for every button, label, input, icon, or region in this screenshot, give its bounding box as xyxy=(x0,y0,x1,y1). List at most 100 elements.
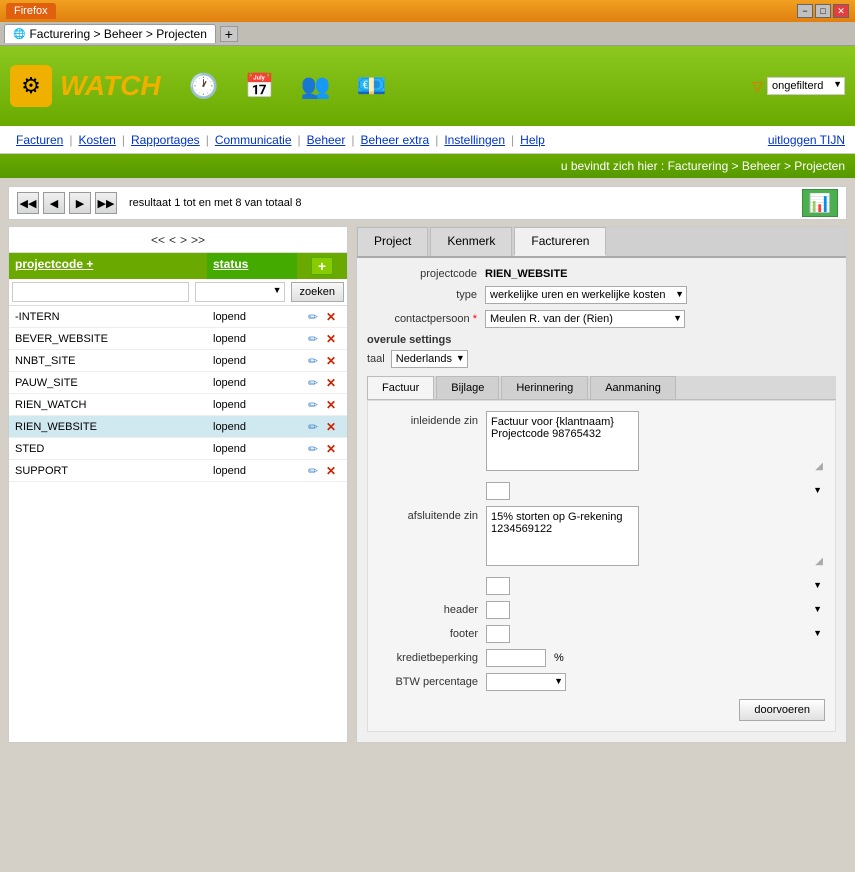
cell-status: lopend xyxy=(207,441,297,457)
tab-kenmerk[interactable]: Kenmerk xyxy=(430,227,512,256)
cell-projectcode[interactable]: PAUW_SITE xyxy=(9,375,207,391)
nav-beheer-extra[interactable]: Beheer extra xyxy=(354,133,435,147)
cell-projectcode[interactable]: -INTERN xyxy=(9,309,207,325)
krediet-input[interactable] xyxy=(486,649,546,667)
edit-button[interactable]: ✏ xyxy=(305,419,321,435)
cell-projectcode[interactable]: RIEN_WEBSITE xyxy=(9,419,207,435)
panel-next-button[interactable]: > xyxy=(180,233,187,247)
edit-button[interactable]: ✏ xyxy=(305,463,321,479)
edit-button[interactable]: ✏ xyxy=(305,353,321,369)
edit-button[interactable]: ✏ xyxy=(305,397,321,413)
delete-button[interactable]: ✕ xyxy=(323,375,339,391)
edit-button[interactable]: ✏ xyxy=(305,375,321,391)
table-row: PAUW_SITE lopend ✏ ✕ xyxy=(9,372,347,394)
close-button[interactable]: ✕ xyxy=(833,4,849,18)
tab-factureren[interactable]: Factureren xyxy=(514,227,606,256)
pagination-bar: ◀◀ ◀ ▶ ▶▶ resultaat 1 tot en met 8 van t… xyxy=(8,186,847,220)
cell-projectcode[interactable]: NNBT_SITE xyxy=(9,353,207,369)
afsluitende-template-select[interactable] xyxy=(486,577,510,595)
cell-projectcode[interactable]: SUPPORT xyxy=(9,463,207,479)
taal-select[interactable]: Nederlands xyxy=(391,350,468,368)
contactpersoon-label: contactpersoon xyxy=(367,313,477,325)
clock-icon[interactable]: 🕐 xyxy=(181,63,227,109)
nav-menu: Facturen | Kosten | Rapportages | Commun… xyxy=(0,126,855,154)
status-filter-wrapper xyxy=(195,282,285,302)
delete-button[interactable]: ✕ xyxy=(323,331,339,347)
inleidende-textarea[interactable]: Factuur voor {klantnaam} Projectcode 987… xyxy=(486,411,639,471)
edit-button[interactable]: ✏ xyxy=(305,331,321,347)
cell-projectcode[interactable]: RIEN_WATCH xyxy=(9,397,207,413)
nav-kosten[interactable]: Kosten xyxy=(72,133,121,147)
search-button[interactable]: zoeken xyxy=(291,282,344,302)
browser-tab[interactable]: 🌐 Facturering > Beheer > Projecten xyxy=(4,24,216,43)
delete-button[interactable]: ✕ xyxy=(323,309,339,325)
col-projectcode-header[interactable]: projectcode + xyxy=(9,253,207,279)
table-row: RIEN_WATCH lopend ✏ ✕ xyxy=(9,394,347,416)
nav-help[interactable]: Help xyxy=(514,133,551,147)
tab-project[interactable]: Project xyxy=(357,227,428,256)
maximize-button[interactable]: □ xyxy=(815,4,831,18)
delete-button[interactable]: ✕ xyxy=(323,353,339,369)
last-page-button[interactable]: ▶▶ xyxy=(95,192,117,214)
sub-tab-factuur[interactable]: Factuur xyxy=(367,376,434,399)
add-project-button[interactable]: + xyxy=(311,257,333,275)
cell-status: lopend xyxy=(207,309,297,325)
delete-button[interactable]: ✕ xyxy=(323,419,339,435)
contactpersoon-select[interactable]: Meulen R. van der (Rien) xyxy=(485,310,685,328)
taal-label: taal xyxy=(367,353,385,365)
type-select[interactable]: werkelijke uren en werkelijke kosten xyxy=(485,286,687,304)
inleidende-select-wrapper xyxy=(486,482,825,500)
header-icons: 🕐 📅 👥 💶 xyxy=(181,63,395,109)
sub-tab-herinnering[interactable]: Herinnering xyxy=(501,376,588,399)
header-select[interactable] xyxy=(486,601,510,619)
inleidende-template-select[interactable] xyxy=(486,482,510,500)
search-input[interactable] xyxy=(12,282,189,302)
cell-projectcode[interactable]: BEVER_WEBSITE xyxy=(9,331,207,347)
logout-button[interactable]: uitloggen TIJN xyxy=(768,133,845,147)
panel-first-button[interactable]: << xyxy=(151,233,165,247)
delete-button[interactable]: ✕ xyxy=(323,397,339,413)
prev-page-button[interactable]: ◀ xyxy=(43,192,65,214)
euro-icon[interactable]: 💶 xyxy=(349,63,395,109)
doorvoeren-button[interactable]: doorvoeren xyxy=(739,699,825,721)
delete-button[interactable]: ✕ xyxy=(323,463,339,479)
excel-export-button[interactable]: 📊 xyxy=(802,189,838,217)
breadcrumb-text: u bevindt zich hier : Facturering > Behe… xyxy=(561,159,845,173)
cell-projectcode[interactable]: STED xyxy=(9,441,207,457)
table-row: STED lopend ✏ ✕ xyxy=(9,438,347,460)
nav-beheer[interactable]: Beheer xyxy=(301,133,352,147)
col-add-header: + xyxy=(297,253,347,279)
status-filter-select[interactable] xyxy=(195,282,285,302)
sub-tab-bijlage[interactable]: Bijlage xyxy=(436,376,499,399)
nav-facturen[interactable]: Facturen xyxy=(10,133,69,147)
minimize-button[interactable]: − xyxy=(797,4,813,18)
cell-actions: ✏ ✕ xyxy=(297,419,347,435)
doorvoeren-row: doorvoeren xyxy=(378,699,825,721)
project-table: -INTERN lopend ✏ ✕ BEVER_WEBSITE lopend … xyxy=(9,306,347,482)
people-icon[interactable]: 👥 xyxy=(293,63,339,109)
edit-button[interactable]: ✏ xyxy=(305,441,321,457)
first-page-button[interactable]: ◀◀ xyxy=(17,192,39,214)
sub-tab-aanmaning[interactable]: Aanmaning xyxy=(590,376,676,399)
footer-select[interactable] xyxy=(486,625,510,643)
nav-communicatie[interactable]: Communicatie xyxy=(209,133,298,147)
edit-button[interactable]: ✏ xyxy=(305,309,321,325)
cell-actions: ✏ ✕ xyxy=(297,375,347,391)
cell-actions: ✏ ✕ xyxy=(297,463,347,479)
header-row: header xyxy=(378,601,825,619)
filter-select[interactable]: ongefilterd xyxy=(767,77,845,95)
btw-select[interactable] xyxy=(486,673,566,691)
left-panel: << < > >> projectcode + status + xyxy=(8,226,348,743)
cell-actions: ✏ ✕ xyxy=(297,441,347,457)
nav-instellingen[interactable]: Instellingen xyxy=(438,133,511,147)
panel-prev-button[interactable]: < xyxy=(169,233,176,247)
delete-button[interactable]: ✕ xyxy=(323,441,339,457)
col-status-header[interactable]: status xyxy=(207,253,297,279)
next-page-button[interactable]: ▶ xyxy=(69,192,91,214)
taal-select-wrapper: Nederlands xyxy=(391,350,468,368)
new-tab-button[interactable]: + xyxy=(220,26,238,42)
afsluitende-textarea[interactable]: 15% storten op G-rekening 1234569122 xyxy=(486,506,639,566)
panel-last-button[interactable]: >> xyxy=(191,233,205,247)
nav-rapportages[interactable]: Rapportages xyxy=(125,133,206,147)
calendar-icon[interactable]: 📅 xyxy=(237,63,283,109)
